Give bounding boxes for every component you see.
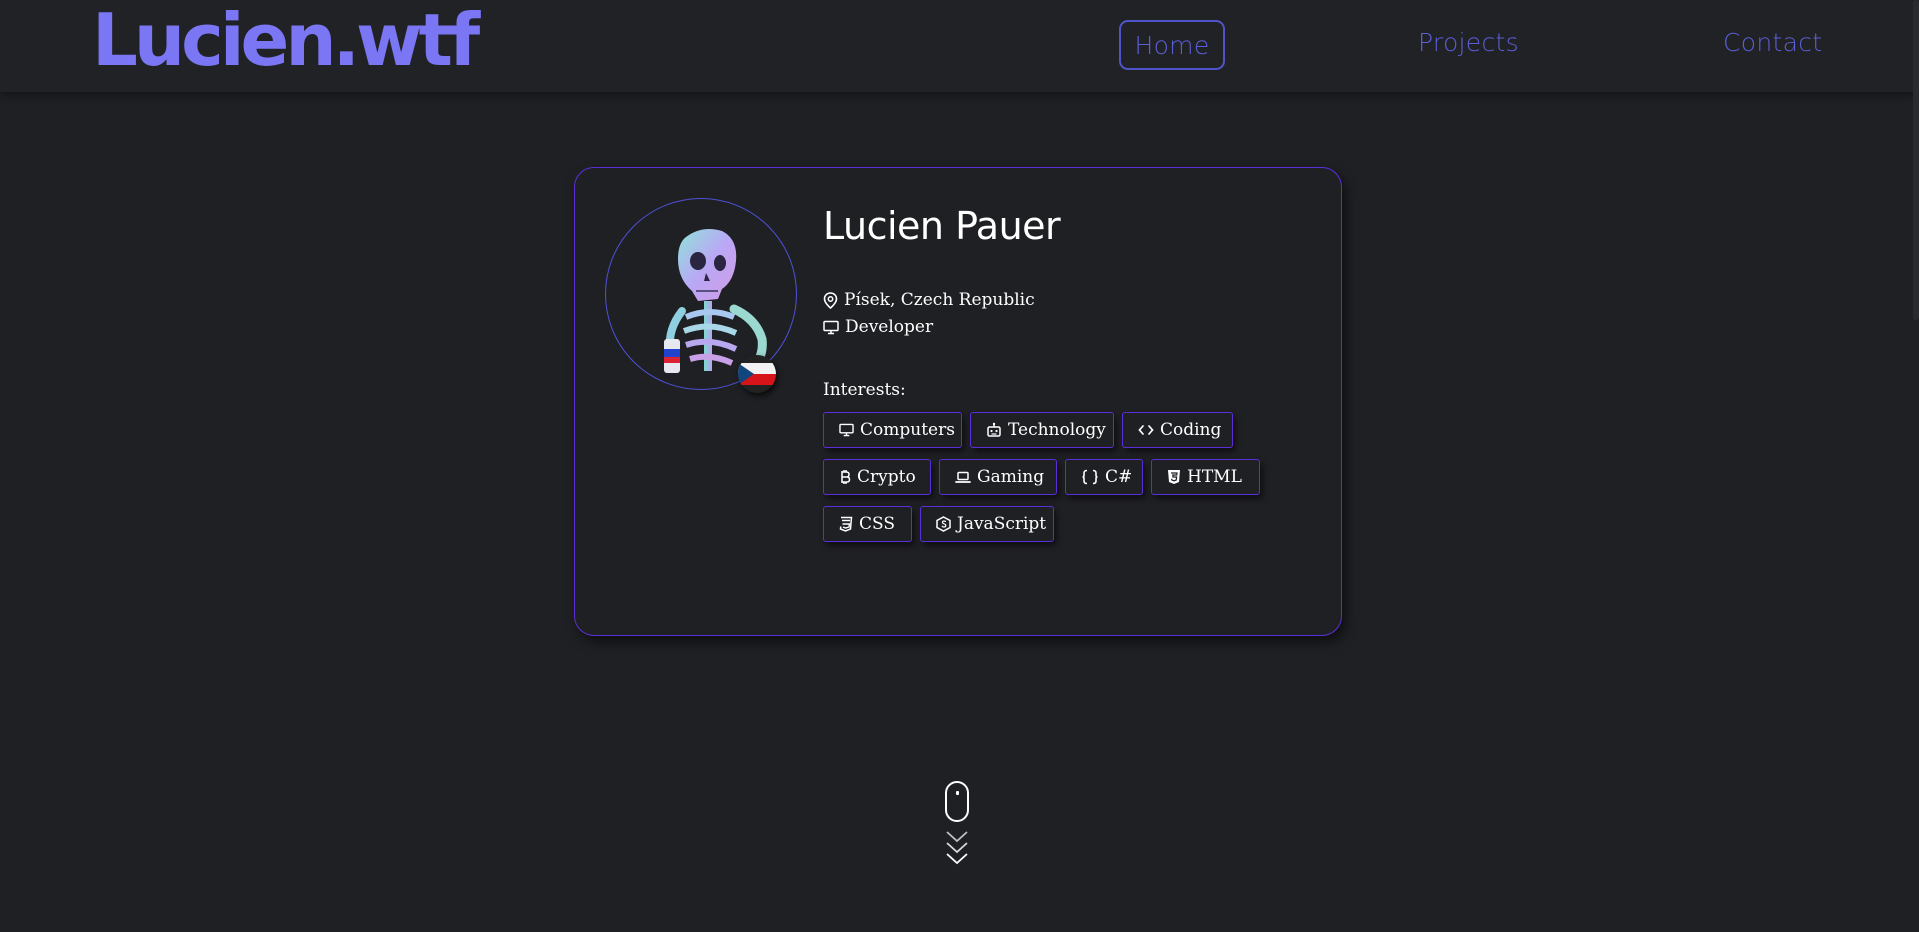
interest-tag-javascript: JavaScript: [920, 506, 1054, 542]
interest-label: HTML: [1187, 467, 1242, 487]
css3-icon: [839, 516, 853, 532]
interest-tag-crypto: Crypto: [823, 459, 931, 495]
robot-icon: [987, 422, 1001, 437]
laptop-icon: [955, 471, 971, 483]
site-logo[interactable]: Lucien.wtf: [92, 0, 480, 82]
nav-home-link[interactable]: Home: [1119, 20, 1225, 70]
interest-tag-gaming: Gaming: [939, 459, 1057, 495]
role-text: Developer: [845, 317, 934, 337]
nav-contact-link[interactable]: Contact: [1723, 28, 1822, 57]
scrollbar[interactable]: [1913, 0, 1919, 932]
interest-tag-html: HTML: [1151, 459, 1260, 495]
braces-icon: [1082, 469, 1098, 485]
scroll-mouse-icon[interactable]: [945, 781, 969, 822]
top-navbar: Lucien.wtf Home Projects Contact: [0, 0, 1919, 92]
location-text: Písek, Czech Republic: [844, 290, 1035, 310]
bitcoin-icon: [841, 470, 851, 484]
html5-icon: [1168, 470, 1180, 484]
location-row: Písek, Czech Republic: [823, 290, 1035, 310]
nav-projects-link[interactable]: Projects: [1418, 28, 1519, 57]
nodejs-icon: [936, 516, 951, 532]
interest-label: Technology: [1008, 420, 1106, 440]
interest-label: C#: [1105, 467, 1133, 487]
interests-label: Interests:: [823, 380, 906, 400]
interest-label: CSS: [859, 514, 896, 534]
interest-tag-css: CSS: [823, 506, 912, 542]
interest-tag-computers: Computers: [823, 412, 962, 448]
scroll-down-chevrons-icon[interactable]: [945, 829, 969, 871]
interest-tag-csharp: C#: [1065, 459, 1143, 495]
scrollbar-thumb[interactable]: [1913, 0, 1919, 320]
interest-label: Crypto: [857, 467, 916, 487]
interest-label: Gaming: [977, 467, 1045, 487]
profile-name: Lucien Pauer: [823, 204, 1061, 248]
profile-card: Lucien Pauer Písek, Czech Republic Devel…: [574, 167, 1342, 636]
monitor-icon: [839, 423, 854, 437]
mouse-wheel-dot: [956, 791, 959, 795]
czech-flag-icon: [738, 355, 776, 393]
location-pin-icon: [823, 291, 838, 309]
interest-tag-coding: Coding: [1122, 412, 1233, 448]
interest-label: Coding: [1160, 420, 1222, 440]
interest-label: Computers: [860, 420, 955, 440]
code-icon: [1138, 425, 1154, 435]
interest-tag-technology: Technology: [970, 412, 1114, 448]
role-row: Developer: [823, 317, 933, 337]
interest-label: JavaScript: [957, 514, 1047, 534]
monitor-icon: [823, 320, 839, 334]
